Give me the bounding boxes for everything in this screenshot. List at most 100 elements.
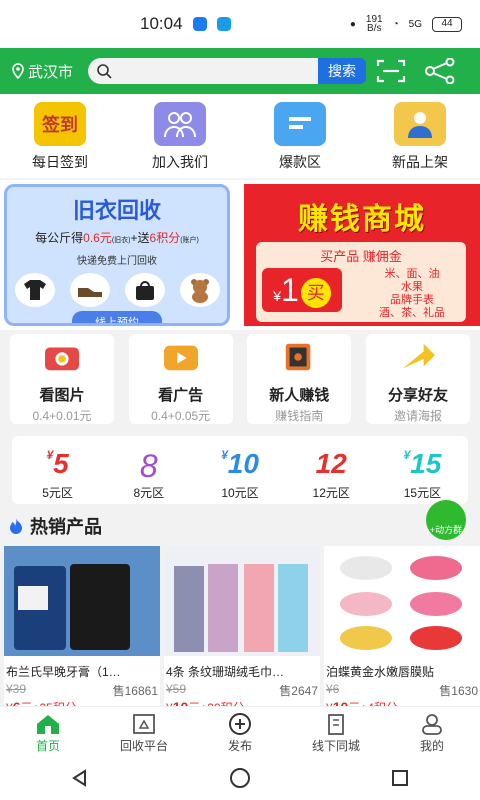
card-sub: 0.4+0.05元 <box>151 409 211 423</box>
back-icon[interactable] <box>70 768 90 788</box>
quick-checkin[interactable]: 签到 每日签到 <box>0 94 120 178</box>
user-icon <box>422 714 442 735</box>
tab-recycle[interactable]: 回收平台 <box>96 707 192 756</box>
quick-hot[interactable]: 爆款区 <box>240 94 360 178</box>
mall-sub: 买产品 赚佣金 <box>320 249 402 264</box>
recycle-icon <box>133 714 155 734</box>
clock: 10:04 <box>140 14 183 33</box>
price-zones: ¥5 5元区 8 8元区 ¥10 10元区 12 12元区 ¥15 15元区 <box>12 436 468 504</box>
sold-count: 售16861 <box>112 684 158 698</box>
checkin-icon: 签到 <box>34 102 86 146</box>
zone-number: 12 <box>315 448 347 479</box>
tab-label: 发布 <box>227 739 252 753</box>
product-name: 4条 条纹珊瑚绒毛巾… <box>166 665 285 679</box>
card-sub: 0.4+0.01元 <box>32 409 92 423</box>
signal-icon: 5G <box>408 18 422 30</box>
quick-label: 加入我们 <box>152 154 208 170</box>
one-yuan-badge: ¥1 买 <box>262 268 342 312</box>
old-price: ¥6 <box>326 682 340 696</box>
tab-publish[interactable]: 发布 <box>192 707 288 756</box>
zone-12[interactable]: 12 12元区 <box>286 436 377 504</box>
banner-title: 赚钱商城 <box>298 203 426 236</box>
product-name: 布兰氏早晚牙膏（1… <box>6 665 121 679</box>
card-title: 分享好友 <box>387 387 448 404</box>
city-selector[interactable]: 武汉市 <box>10 61 88 82</box>
zone-label: 15元区 <box>403 486 442 500</box>
sold-count: 售2647 <box>279 684 318 698</box>
tab-home[interactable]: 首页 <box>0 707 96 756</box>
product-list: 布兰氏早晚牙膏（1… ¥39售16861 ¥6元+35积分 4条 条纹珊瑚绒毛巾… <box>0 546 480 715</box>
zone-number: ¥10 <box>221 448 259 479</box>
search-button[interactable]: 搜索 <box>318 58 366 84</box>
product-image <box>164 546 320 656</box>
teddy-bear-icon <box>179 273 220 307</box>
status-bar: 10:04 ● 191 B/s ◔ 5G 44 <box>0 0 480 48</box>
card-share[interactable]: 分享好友 邀请海报 <box>365 334 470 424</box>
zone-8[interactable]: 8 8元区 <box>103 436 194 504</box>
home-icon <box>37 715 59 734</box>
mall-banner[interactable]: 赚钱商城 买产品 赚佣金 ¥1 买 米、面、油 水果 品牌手表 酒、茶、礼品 <box>244 184 480 326</box>
section-title: 热销产品 <box>30 517 102 537</box>
recents-icon[interactable] <box>390 768 410 788</box>
location-pin-icon <box>12 63 24 79</box>
wifi-icon: ◔ <box>392 18 399 30</box>
old-price: ¥39 <box>6 682 27 696</box>
card-sub: 邀请海报 <box>393 409 442 423</box>
tab-offline[interactable]: 线下同城 <box>288 707 384 756</box>
handbag-icon <box>124 273 165 307</box>
product-card[interactable]: 布兰氏早晚牙膏（1… ¥39售16861 ¥6元+35积分 <box>4 546 160 715</box>
zone-number: ¥5 <box>46 448 69 479</box>
zone-5[interactable]: ¥5 5元区 <box>12 436 103 504</box>
zone-15[interactable]: ¥15 15元区 <box>377 436 468 504</box>
search-icon <box>97 64 112 79</box>
tab-label: 线下同城 <box>311 739 360 753</box>
quick-label: 每日签到 <box>32 154 88 170</box>
building-icon <box>328 714 344 735</box>
zone-number: ¥15 <box>403 448 442 479</box>
city-label: 武汉市 <box>28 63 74 81</box>
share-icon[interactable] <box>424 58 456 84</box>
quick-entries: 签到 每日签到 加入我们 爆款区 新品上架 <box>0 94 480 178</box>
product-name: 泊蝶黄金水嫩唇膜贴 <box>326 665 435 679</box>
search-input[interactable] <box>88 58 318 84</box>
message-notify-icon <box>216 17 231 31</box>
camera-icon <box>45 347 79 371</box>
product-card[interactable]: 4条 条纹珊瑚绒毛巾… ¥59售2647 ¥10元+30积分 <box>164 546 320 715</box>
banner-title: 旧衣回收 <box>72 198 161 223</box>
zone-10[interactable]: ¥10 10元区 <box>194 436 285 504</box>
film-icon <box>286 343 311 371</box>
wechat-group-button[interactable]: +动方群 <box>426 500 466 540</box>
hot-header: 热销产品 <box>0 510 480 542</box>
product-card[interactable]: 泊蝶黄金水嫩唇膜贴 ¥6售1630 ¥10元+4积分 <box>324 546 480 715</box>
bottom-tab-bar: 首页 回收平台 发布 线下同城 我的 <box>0 706 480 756</box>
people-icon <box>154 102 206 146</box>
card-view-images[interactable]: 看图片 0.4+0.01元 <box>10 334 114 424</box>
old-price: ¥59 <box>166 682 187 696</box>
task-cards: 看图片 0.4+0.01元 看广告 0.4+0.05元 新人赚钱 赚钱指南 分享… <box>0 334 480 430</box>
quick-new[interactable]: 新品上架 <box>360 94 480 178</box>
card-newbie[interactable]: 新人赚钱 赚钱指南 <box>247 334 352 424</box>
tab-mine[interactable]: 我的 <box>384 707 480 756</box>
tab-label: 首页 <box>35 739 60 753</box>
quick-join[interactable]: 加入我们 <box>120 94 240 178</box>
top-bar: 武汉市 搜索 <box>0 48 480 94</box>
home-nav-icon[interactable] <box>229 767 251 789</box>
mall-list: 米、面、油 水果 品牌手表 酒、茶、礼品 <box>379 268 445 319</box>
zone-label: 8元区 <box>133 486 165 500</box>
tab-label: 回收平台 <box>119 739 168 753</box>
card-title: 新人赚钱 <box>269 387 330 404</box>
card-view-ads[interactable]: 看广告 0.4+0.05元 <box>128 334 233 424</box>
banner-area: 旧衣回收 每公斤得0.6元(旧衣)+送6积分(账户) 快递免费上门回收 线上预约… <box>0 180 480 330</box>
zone-label: 5元区 <box>42 486 73 500</box>
flame-icon <box>10 518 22 534</box>
quick-label: 爆款区 <box>279 154 321 170</box>
scan-icon[interactable] <box>376 58 406 84</box>
book-online-button[interactable]: 线上预约 <box>72 311 162 323</box>
shoe-icon <box>69 273 110 307</box>
location-icon: ● <box>349 18 356 30</box>
card-title: 看广告 <box>158 387 204 404</box>
banner-sub2: 快递免费上门回收 <box>77 256 157 267</box>
recycle-banner[interactable]: 旧衣回收 每公斤得0.6元(旧衣)+送6积分(账户) 快递免费上门回收 线上预约 <box>4 184 230 326</box>
battery-icon: 44 <box>432 16 462 32</box>
hot-doc-icon <box>274 102 326 146</box>
